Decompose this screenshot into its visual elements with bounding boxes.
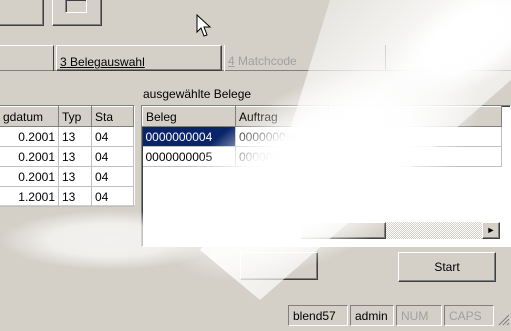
start-button[interactable]: Start bbox=[398, 252, 496, 282]
tab-belegauswahl-number: 3 bbox=[60, 55, 67, 69]
scroll-right-button[interactable]: ► bbox=[482, 222, 500, 239]
mouse-cursor-icon bbox=[196, 14, 212, 37]
tab-matchcode-number: 4 bbox=[228, 54, 235, 68]
tab-matchcode-label: Matchcode bbox=[234, 54, 297, 68]
table-cell: 04 bbox=[91, 126, 134, 147]
status-role: admin bbox=[350, 305, 394, 326]
selected-docs-label: ausgewählte Belege bbox=[143, 87, 252, 101]
table-cell bbox=[328, 146, 502, 167]
table-cell: 0000000005 bbox=[142, 146, 236, 167]
column-header-status[interactable]: Sta bbox=[91, 106, 134, 127]
secondary-button[interactable] bbox=[240, 252, 318, 280]
column-header-typ[interactable]: Typ bbox=[58, 106, 92, 127]
table-row[interactable]: 0.2001 13 04 bbox=[0, 166, 134, 187]
table-cell: 13 bbox=[58, 186, 92, 207]
table-row[interactable]: 0.2001 13 04 bbox=[0, 126, 134, 147]
start-button-label: Start bbox=[434, 260, 460, 274]
tab-prev[interactable] bbox=[0, 45, 54, 71]
table-cell: 13 bbox=[58, 126, 92, 147]
tab-matchcode[interactable]: 4 Matchcode bbox=[224, 45, 386, 71]
document-list[interactable]: gdatum Typ Sta 0.2001 13 04 0.2001 13 04… bbox=[0, 105, 135, 207]
table-row[interactable]: 1.2001 13 04 bbox=[0, 186, 134, 207]
column-header-beleg[interactable]: Beleg bbox=[142, 106, 236, 127]
table-header-row: Beleg Auftrag P bbox=[142, 106, 502, 127]
column-header-p[interactable]: P bbox=[328, 106, 502, 127]
selected-docs-table: Beleg Auftrag P 0000000004 000000004 000… bbox=[142, 106, 502, 167]
status-caps: CAPS bbox=[444, 305, 494, 326]
tab-belegauswahl-label: Belegauswahl bbox=[66, 55, 145, 69]
tab-belegauswahl[interactable]: 3 Belegauswahl bbox=[56, 45, 222, 71]
document-list-table: gdatum Typ Sta 0.2001 13 04 0.2001 13 04… bbox=[0, 106, 134, 207]
table-header-row: gdatum Typ Sta bbox=[0, 106, 134, 127]
scroll-right-arrow-icon: ► bbox=[486, 225, 496, 235]
table-cell: 13 bbox=[58, 146, 92, 167]
table-cell-selected: 0000000004 bbox=[142, 126, 236, 147]
table-cell: 04 bbox=[91, 146, 134, 167]
table-cell: 0.2001 bbox=[0, 126, 59, 147]
toolbar-button-2-inner bbox=[65, 0, 87, 13]
toolbar-button-1[interactable] bbox=[0, 0, 44, 26]
table-cell: 0.2001 bbox=[0, 146, 59, 167]
table-row[interactable]: 0.2001 13 04 bbox=[0, 146, 134, 167]
toolbar-button-2[interactable] bbox=[52, 0, 102, 26]
table-row[interactable]: 0000000004 000000004 bbox=[142, 126, 502, 147]
table-cell: 04 bbox=[91, 186, 134, 207]
resize-grip-icon[interactable] bbox=[498, 314, 510, 326]
status-user: blend57 bbox=[288, 305, 348, 326]
table-cell bbox=[328, 126, 502, 147]
status-num: NUM bbox=[396, 305, 442, 326]
table-cell: 000000004 bbox=[235, 126, 329, 147]
table-cell: 1.2001 bbox=[0, 186, 59, 207]
table-cell: 04 bbox=[91, 166, 134, 187]
scrollbar-thumb[interactable] bbox=[300, 222, 386, 239]
table-cell: 0.2001 bbox=[0, 166, 59, 187]
table-row[interactable]: 0000000005 0000000 bbox=[142, 146, 502, 167]
column-header-datum[interactable]: gdatum bbox=[0, 106, 59, 127]
table-cell: 0000000 bbox=[235, 146, 329, 167]
column-header-auftrag[interactable]: Auftrag bbox=[235, 106, 329, 127]
table-cell: 13 bbox=[58, 166, 92, 187]
